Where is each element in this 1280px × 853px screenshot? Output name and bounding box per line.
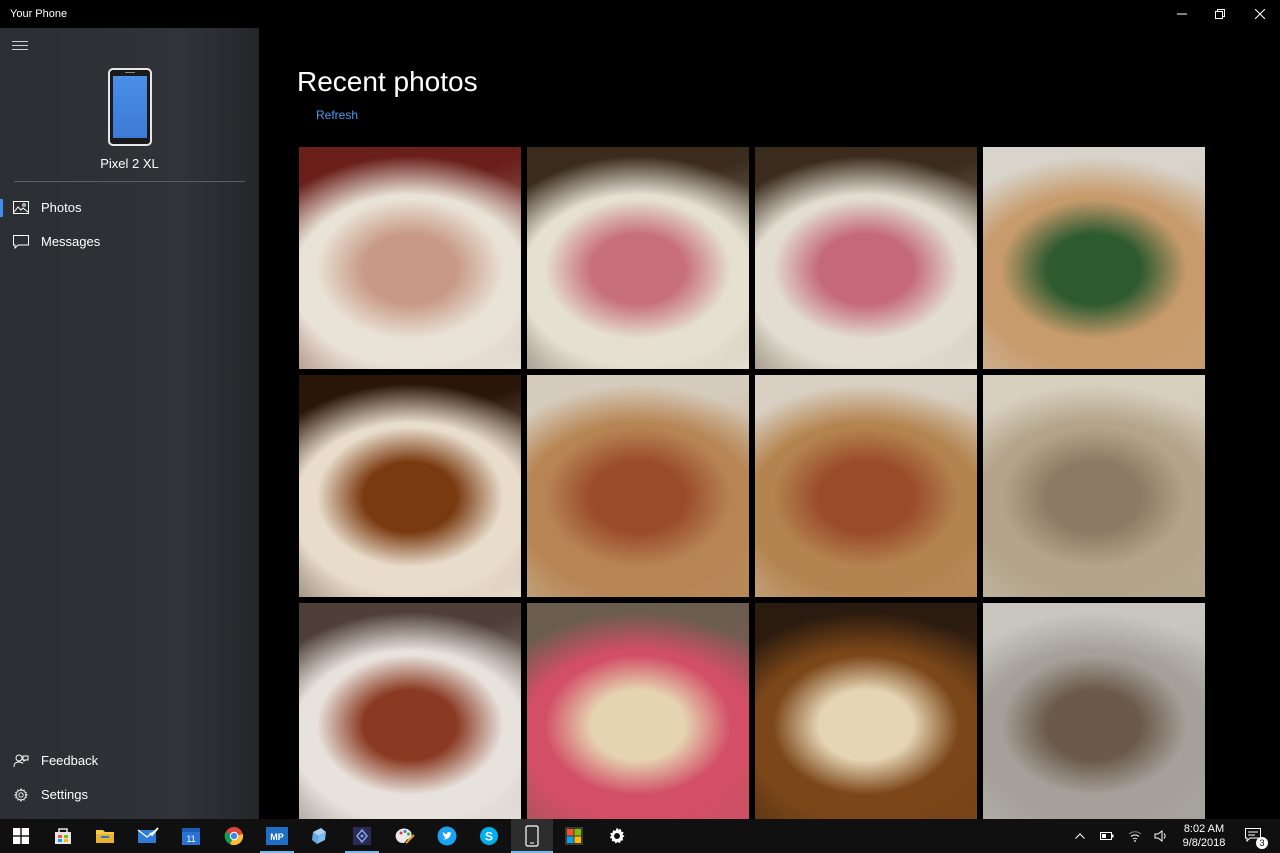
sidebar-item-photos[interactable]: Photos — [0, 191, 259, 225]
svg-text:S: S — [485, 830, 493, 844]
app-window: Your Phone Pixel 2 XL Photos Messages Fe… — [0, 0, 1280, 819]
taskbar-store[interactable] — [42, 819, 84, 853]
taskbar-calendar[interactable]: 11 — [170, 819, 212, 853]
battery-button[interactable] — [1099, 828, 1115, 844]
folder-icon — [96, 830, 114, 843]
sidebar-item-messages[interactable]: Messages — [0, 225, 259, 259]
chevron-up-icon — [1075, 833, 1085, 839]
sidebar-item-label: Feedback — [41, 753, 99, 768]
photo-thumbnail[interactable] — [299, 375, 521, 597]
minimize-icon — [1177, 13, 1187, 15]
diamond-icon — [353, 827, 371, 845]
battery-icon — [1100, 832, 1114, 840]
speaker-icon — [1154, 830, 1166, 842]
taskbar-mail[interactable] — [127, 819, 169, 853]
restore-icon — [1215, 9, 1225, 19]
active-indicator — [0, 199, 3, 217]
photo-thumbnail[interactable] — [755, 375, 977, 597]
ms-logo-icon — [565, 827, 583, 845]
taskbar-paint[interactable] — [383, 819, 425, 853]
hamburger-menu-icon[interactable] — [12, 41, 28, 53]
gear-icon — [609, 827, 625, 844]
clock-date: 9/8/2018 — [1182, 837, 1226, 849]
photo-thumbnail[interactable] — [299, 603, 521, 819]
taskbar-clock[interactable]: 8:02 AM 9/8/2018 — [1178, 822, 1230, 850]
gear-icon — [13, 788, 29, 802]
sidebar-item-label: Settings — [41, 787, 88, 802]
action-center-button[interactable]: 3 — [1240, 819, 1274, 853]
sidebar-item-label: Messages — [41, 234, 101, 249]
svg-text:11: 11 — [186, 834, 195, 844]
calendar-icon: 11 — [182, 828, 200, 845]
title-bar: Your Phone — [0, 0, 1280, 28]
skype-icon: S — [480, 827, 498, 845]
photo-thumbnail[interactable] — [755, 147, 977, 369]
taskbar-your-phone[interactable] — [511, 819, 553, 853]
mail-icon — [137, 827, 159, 843]
taskbar-cube-app[interactable] — [298, 819, 340, 853]
photos-icon — [13, 201, 29, 214]
mp-icon: MP — [266, 827, 288, 845]
sidebar-divider — [14, 181, 245, 182]
network-button[interactable] — [1127, 828, 1143, 844]
phone-device-image — [108, 68, 152, 146]
start-button[interactable] — [0, 819, 42, 853]
sidebar-item-feedback[interactable]: Feedback — [0, 744, 259, 778]
twitter-icon — [437, 826, 457, 846]
minimize-button[interactable] — [1162, 0, 1202, 28]
close-button[interactable] — [1240, 0, 1280, 28]
photo-thumbnail[interactable] — [527, 147, 749, 369]
taskbar-settings[interactable] — [596, 819, 638, 853]
photo-thumbnail[interactable] — [527, 603, 749, 819]
taskbar-mp[interactable]: MP — [256, 819, 298, 853]
taskbar-microsoft-app[interactable] — [553, 819, 595, 853]
taskbar-twitter[interactable] — [426, 819, 468, 853]
notification-count-badge: 3 — [1256, 837, 1268, 849]
volume-button[interactable] — [1153, 828, 1169, 844]
refresh-link[interactable]: Refresh — [316, 108, 358, 122]
taskbar-file-explorer[interactable] — [84, 819, 126, 853]
sidebar-item-settings[interactable]: Settings — [0, 778, 259, 812]
feedback-icon — [13, 754, 29, 768]
photo-thumbnail[interactable] — [983, 603, 1205, 819]
phone-icon — [525, 825, 539, 847]
clock-time: 8:02 AM — [1183, 823, 1225, 835]
sidebar-item-label: Photos — [41, 200, 82, 215]
show-hidden-icons-button[interactable] — [1072, 828, 1088, 844]
close-icon — [1255, 9, 1265, 19]
restore-button[interactable] — [1200, 0, 1240, 28]
window-title: Your Phone — [10, 8, 68, 20]
wifi-icon — [1128, 831, 1142, 842]
windows-icon — [13, 828, 29, 844]
photo-thumbnail[interactable] — [983, 147, 1205, 369]
photo-thumbnail[interactable] — [755, 603, 977, 819]
cube-icon — [312, 828, 326, 844]
chrome-icon — [224, 827, 244, 846]
svg-text:MP: MP — [270, 832, 284, 842]
photo-thumbnail[interactable] — [527, 375, 749, 597]
taskbar-visual-app[interactable] — [341, 819, 383, 853]
photo-thumbnail[interactable] — [299, 147, 521, 369]
paint-icon — [395, 828, 415, 844]
main-content: Recent photos Refresh — [259, 28, 1280, 819]
page-title: Recent photos — [297, 66, 478, 97]
taskbar: 11 MP S 8:02 AM 9/8/2018 3 — [0, 819, 1280, 853]
sidebar: Pixel 2 XL Photos Messages Feedback Sett… — [0, 28, 259, 819]
store-icon — [55, 828, 71, 844]
device-name: Pixel 2 XL — [100, 156, 159, 171]
photo-thumbnail[interactable] — [983, 375, 1205, 597]
taskbar-chrome[interactable] — [213, 819, 255, 853]
messages-icon — [13, 235, 29, 249]
taskbar-skype[interactable]: S — [468, 819, 510, 853]
